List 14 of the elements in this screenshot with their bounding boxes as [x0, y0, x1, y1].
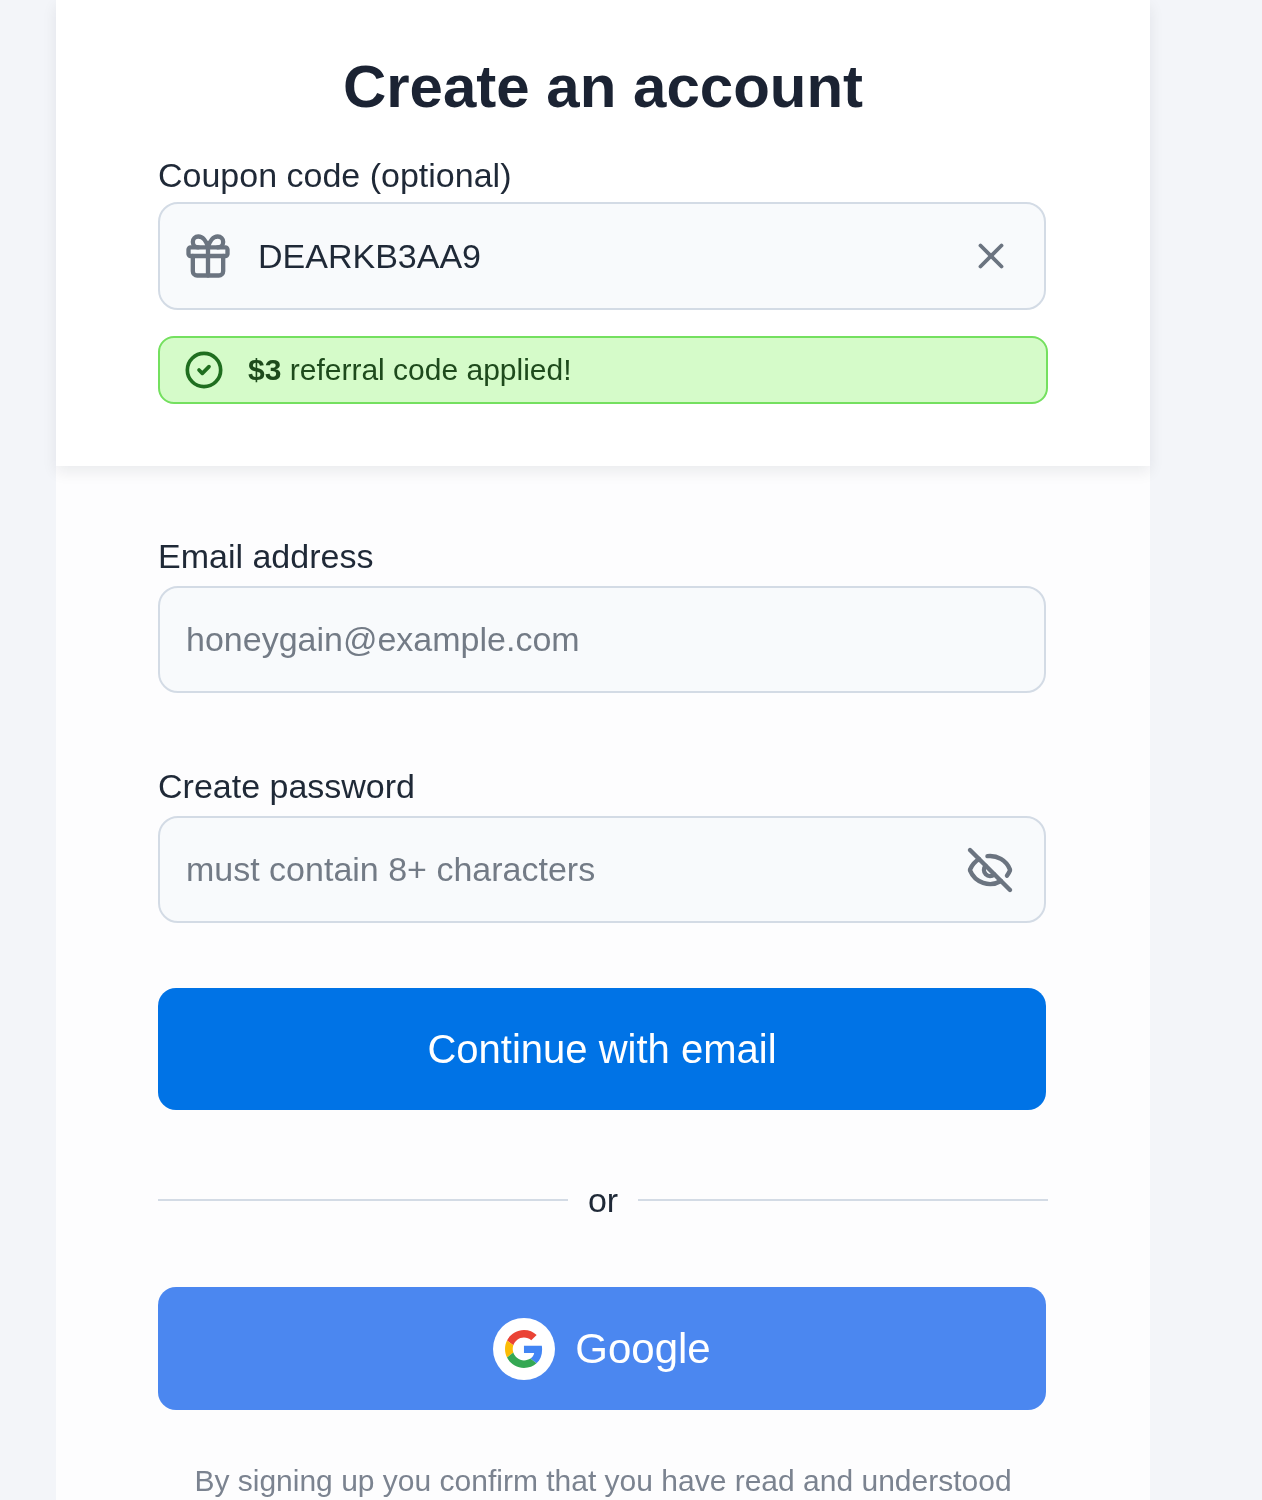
- field-label: Create password: [158, 766, 415, 806]
- banner-message: $3 referral code applied!: [248, 352, 572, 388]
- divider-label: or: [587, 1180, 619, 1220]
- check-circle-icon: [184, 350, 224, 390]
- g-logo-icon: [493, 1317, 556, 1380]
- password-field[interactable]: must contain 8+ characters: [158, 816, 1046, 923]
- field-label: Email address: [158, 536, 374, 576]
- page-title: Create an account: [342, 52, 864, 122]
- field-label: Coupon code (optional): [158, 155, 512, 195]
- legal-text: By signing up you confirm that you have read and understood: [194, 1464, 1012, 1498]
- google-button[interactable]: Google: [158, 1287, 1046, 1410]
- coupon-field[interactable]: DEARKB3AA9: [158, 202, 1046, 310]
- continue-email-button[interactable]: Continue with email: [158, 988, 1046, 1110]
- email-field[interactable]: honeygain@example.com: [158, 586, 1046, 693]
